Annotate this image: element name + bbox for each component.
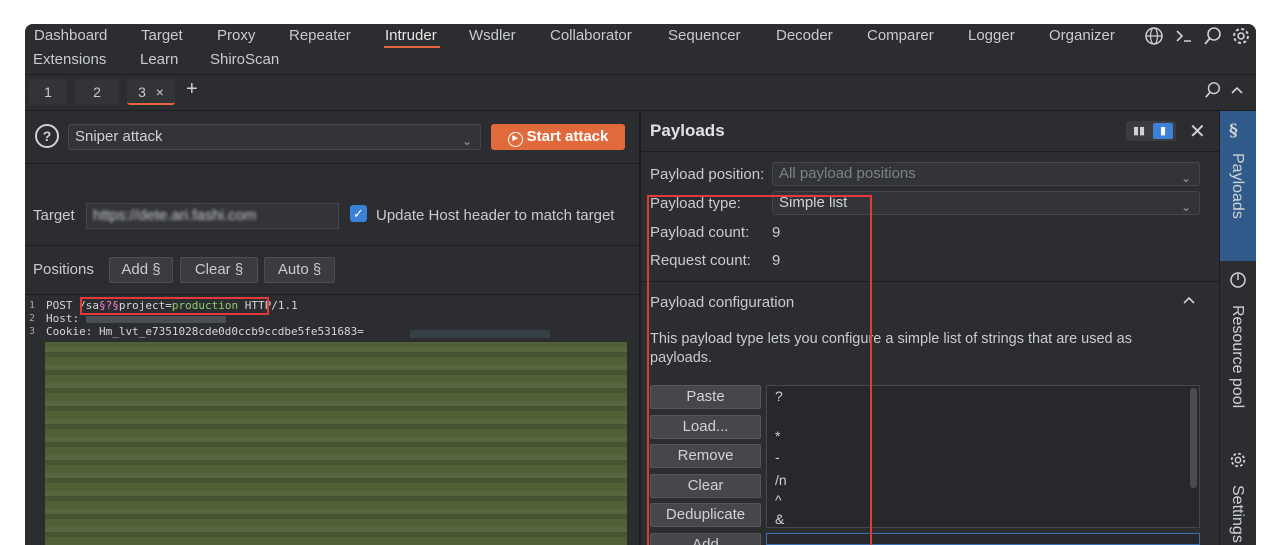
close-icon[interactable]: × [156,84,164,100]
attack-type-value: Sniper attack [75,128,163,145]
menu-decoder[interactable]: Decoder [776,27,833,44]
highlight-box [647,195,872,545]
layout-panel-icon[interactable]: ▮ [1153,123,1173,139]
update-host-label: Update Host header to match target [376,207,615,224]
auto-marker-button[interactable]: Auto § [264,257,335,283]
menu-target[interactable]: Target [141,27,183,44]
side-tab-settings[interactable]: Settings [1220,451,1256,545]
tab-3[interactable]: 3 × [127,79,175,105]
terminal-icon[interactable] [1174,26,1194,51]
close-icon[interactable]: ✕ [1189,119,1206,144]
http-method: POST [46,299,80,312]
top-menu: Dashboard Target Proxy Repeater Intruder… [25,24,1256,75]
menu-proxy[interactable]: Proxy [217,27,255,44]
divider [25,245,639,246]
menu-learn[interactable]: Learn [140,51,178,68]
target-input[interactable]: https://dete.ari.fashi.com [86,203,339,229]
line-number: 1 [29,300,36,311]
positions-label: Positions [33,261,94,278]
section-icon: § [1229,121,1238,141]
highlight-box [80,297,269,315]
payloads-panel: Payloads ▮▮ ▮ ✕ Payload position: All pa… [641,111,1219,545]
line-number: 3 [29,326,36,337]
side-tab-resource-pool-label: Resource pool [1229,305,1246,409]
side-tab-settings-label: Settings [1229,485,1246,543]
tab-label: 3 [138,84,146,100]
menu-intruder[interactable]: Intruder [384,27,440,48]
payload-position-label: Payload position: [650,166,765,183]
side-tabs: § Payloads Resource pool Settings [1219,111,1256,545]
play-icon: ▶ [507,132,523,147]
payloads-title: Payloads [650,121,725,140]
side-tab-payloads[interactable]: § Payloads [1220,111,1256,261]
target-label: Target [33,207,75,224]
chevron-down-icon: ⌄ [1180,200,1191,214]
chevron-up-icon[interactable] [1229,81,1245,104]
positions-panel: ? Sniper attack ⌄ ▶ Start attack Target h… [25,111,639,545]
tab-label: 1 [44,84,52,100]
chevron-down-icon: ⌄ [461,134,472,148]
payload-position-select[interactable]: All payload positions ⌄ [772,162,1200,186]
tab-1[interactable]: 1 [29,79,67,105]
settings-icon[interactable] [1231,26,1251,51]
tab-label: 2 [93,84,101,100]
divider [25,294,639,295]
start-attack-button[interactable]: ▶ Start attack [491,124,625,150]
menu-repeater[interactable]: Repeater [289,27,351,44]
menu-wsdler[interactable]: Wsdler [469,27,516,44]
menu-shiroscan[interactable]: ShiroScan [210,51,279,68]
add-tab-button[interactable]: + [186,78,198,101]
menu-organizer[interactable]: Organizer [1049,27,1115,44]
layout-split-icon[interactable]: ▮▮ [1130,124,1148,138]
redacted-value [85,315,226,323]
intruder-tab-strip: 1 2 3 × + [25,75,1256,111]
help-icon[interactable]: ? [35,124,59,148]
chevron-down-icon: ⌄ [1180,171,1191,185]
payload-position-value: All payload positions [779,165,916,182]
target-value: https://dete.ari.fashi.com [93,207,257,224]
line-number: 2 [29,313,36,324]
gauge-icon [1229,271,1247,294]
chevron-up-icon[interactable] [1181,291,1197,314]
menu-dashboard[interactable]: Dashboard [34,27,107,44]
list-scrollbar[interactable] [1190,388,1197,488]
request-editor[interactable]: 1 2 3 POST /sa§?§project=production HTTP… [25,297,639,545]
menu-extensions[interactable]: Extensions [33,51,106,68]
layout-toggle[interactable]: ▮▮ ▮ [1126,121,1176,141]
menu-sequencer[interactable]: Sequencer [668,27,741,44]
search-icon[interactable] [1203,26,1223,51]
search-icon[interactable] [1204,81,1222,104]
side-tab-resource-pool[interactable]: Resource pool [1220,271,1256,436]
settings-icon [1229,451,1247,474]
divider [641,151,1219,152]
menu-collaborator[interactable]: Collaborator [550,27,632,44]
redacted-request-body [45,342,627,545]
start-attack-label: Start attack [526,128,609,145]
divider [25,163,639,164]
cookie-header: Cookie: Hm_lvt_e7351028cde0d0ccb9ccdbe5f… [46,325,364,338]
redacted-block [410,330,550,338]
menu-comparer[interactable]: Comparer [867,27,934,44]
attack-type-select[interactable]: Sniper attack ⌄ [68,124,481,150]
burp-window: Dashboard Target Proxy Repeater Intruder… [25,24,1256,545]
tab-2[interactable]: 2 [75,79,119,105]
globe-icon[interactable] [1144,26,1164,51]
update-host-checkbox[interactable]: ✓ [350,205,367,222]
menu-logger[interactable]: Logger [968,27,1015,44]
add-marker-button[interactable]: Add § [109,257,173,283]
side-tab-payloads-label: Payloads [1229,153,1246,219]
cookie-header-text: Cookie: Hm_lvt_e7351028cde0d0ccb9ccdbe5f… [46,325,364,338]
clear-marker-button[interactable]: Clear § [180,257,258,283]
